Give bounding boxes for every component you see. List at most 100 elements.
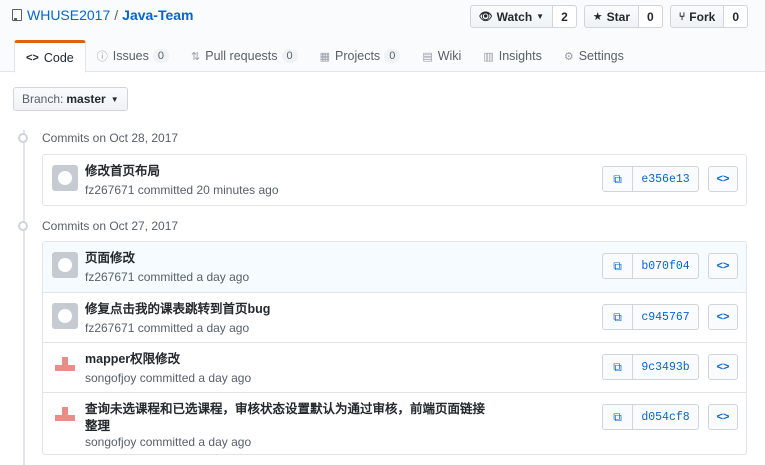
repo-name-link[interactable]: Java-Team xyxy=(122,7,193,23)
fork-button[interactable]: ⑂ Fork xyxy=(669,5,725,28)
commit-time: a day ago xyxy=(198,371,252,385)
commit-verb: committed xyxy=(137,321,194,335)
tab-label: Pull requests xyxy=(205,49,278,63)
commit-meta: songofjoy committed a day ago xyxy=(85,435,251,449)
github-default-icon[interactable] xyxy=(52,252,78,278)
fork-count[interactable]: 0 xyxy=(724,5,748,28)
commit-sha-link[interactable]: 9c3493b xyxy=(633,354,699,380)
tab-insights[interactable]: ▥ Insights xyxy=(472,40,553,72)
chevron-down-icon: ▼ xyxy=(536,12,545,21)
commit-time: a day ago xyxy=(196,321,250,335)
chevron-down-icon: ▼ xyxy=(110,94,119,104)
commit-author[interactable]: fz267671 xyxy=(85,321,134,335)
tab-label: Wiki xyxy=(437,49,462,63)
commit-time: 20 minutes ago xyxy=(196,183,279,197)
branch-select-button[interactable]: Branch: master ▼ xyxy=(13,87,128,111)
graph-icon: ▥ xyxy=(483,50,494,63)
identicon[interactable] xyxy=(52,353,78,379)
tab-projects[interactable]: ▦ Projects 0 xyxy=(309,40,412,72)
commit-sha-link[interactable]: e356e13 xyxy=(633,166,699,192)
tab-code[interactable]: <> Code xyxy=(14,40,86,73)
commit-meta: fz267671 committed 20 minutes ago xyxy=(85,183,279,197)
sha-group: ⧉ d054cf8 xyxy=(602,404,699,430)
repo-icon xyxy=(12,9,22,21)
clipboard-icon[interactable]: ⧉ xyxy=(602,354,633,380)
commit-meta: fz267671 committed a day ago xyxy=(85,321,249,335)
star-button[interactable]: ★ Star xyxy=(583,5,639,28)
commit-sha-link[interactable]: d054cf8 xyxy=(633,404,699,430)
timeline-line xyxy=(23,130,25,465)
commit-author[interactable]: fz267671 xyxy=(85,270,134,284)
browse-code-button[interactable]: <> xyxy=(708,253,738,279)
eye-icon: 👁 xyxy=(478,11,493,23)
tab-wiki[interactable]: ▤ Wiki xyxy=(411,40,472,72)
commit-message[interactable]: 查询未选课程和已选课程，审核状态设置默认为通过审核，前端页面链接整理 xyxy=(85,401,495,435)
commit-author[interactable]: songofjoy xyxy=(85,371,136,385)
repo-owner-link[interactable]: WHUSE2017 xyxy=(27,7,110,23)
browse-code-button[interactable]: <> xyxy=(708,166,738,192)
commit-sha-link[interactable]: b070f04 xyxy=(633,253,699,279)
browse-code-button[interactable]: <> xyxy=(708,354,738,380)
commit-row: 修改首页布局 fz267671 committed 20 minutes ago… xyxy=(43,155,746,205)
sha-group: ⧉ c945767 xyxy=(602,304,699,330)
commit-group-title: Commits on Oct 27, 2017 xyxy=(42,219,179,233)
repo-title: WHUSE2017 / Java-Team xyxy=(12,7,194,23)
repo-actions: 👁 Watch ▼ 2 ★ Star 0 ⑂ Fork 0 xyxy=(469,5,748,28)
commit-sha-link[interactable]: c945767 xyxy=(633,304,699,330)
commit-verb: committed xyxy=(139,371,196,385)
commit-meta: songofjoy committed a day ago xyxy=(85,371,251,385)
star-label: Star xyxy=(606,9,630,24)
timeline-dot-icon xyxy=(18,221,28,231)
commit-list: 页面修改 fz267671 committed a day ago ⧉ b070… xyxy=(42,241,747,455)
branch-value: master xyxy=(66,92,106,106)
commit-verb: committed xyxy=(137,270,194,284)
commit-row: 修复点击我的课表跳转到首页bug fz267671 committed a da… xyxy=(43,292,746,342)
commit-list: 修改首页布局 fz267671 committed 20 minutes ago… xyxy=(42,154,747,206)
watch-group: 👁 Watch ▼ 2 xyxy=(469,5,577,28)
commit-message[interactable]: 修改首页布局 xyxy=(85,163,495,180)
commit-author[interactable]: songofjoy xyxy=(85,435,136,449)
tab-settings[interactable]: ⚙ Settings xyxy=(553,40,635,72)
tab-label: Settings xyxy=(578,49,624,63)
commit-verb: committed xyxy=(137,183,194,197)
clipboard-icon[interactable]: ⧉ xyxy=(602,304,633,330)
tab-issues[interactable]: ⓘ Issues 0 xyxy=(86,40,180,72)
github-default-icon[interactable] xyxy=(52,165,78,191)
repo-nav-tabs: <> Code ⓘ Issues 0 ⇅ Pull requests 0 ▦ P… xyxy=(14,40,635,73)
fork-group: ⑂ Fork 0 xyxy=(669,5,748,28)
repo-separator: / xyxy=(114,7,119,23)
clipboard-icon[interactable]: ⧉ xyxy=(602,166,633,192)
tab-label: Code xyxy=(43,50,74,65)
commit-message[interactable]: mapper权限修改 xyxy=(85,351,495,368)
clipboard-icon[interactable]: ⧉ xyxy=(602,404,633,430)
commit-verb: committed xyxy=(139,435,196,449)
star-count[interactable]: 0 xyxy=(639,5,663,28)
github-default-icon[interactable] xyxy=(52,303,78,329)
book-icon: ▤ xyxy=(422,50,433,63)
star-icon: ★ xyxy=(592,11,603,23)
projects-counter: 0 xyxy=(384,49,401,63)
watch-label: Watch xyxy=(496,9,533,24)
sha-group: ⧉ b070f04 xyxy=(602,253,699,279)
fork-label: Fork xyxy=(689,9,716,24)
commit-message[interactable]: 页面修改 xyxy=(85,250,495,267)
commit-time: a day ago xyxy=(198,435,252,449)
sha-group: ⧉ 9c3493b xyxy=(602,354,699,380)
timeline-dot-icon xyxy=(18,133,28,143)
identicon[interactable] xyxy=(52,403,78,429)
tab-pull-requests[interactable]: ⇅ Pull requests 0 xyxy=(180,40,309,72)
sha-group: ⧉ e356e13 xyxy=(602,166,699,192)
watch-button[interactable]: 👁 Watch ▼ xyxy=(469,5,554,28)
clipboard-icon[interactable]: ⧉ xyxy=(602,253,633,279)
commit-meta: fz267671 committed a day ago xyxy=(85,270,249,284)
commit-row: 页面修改 fz267671 committed a day ago ⧉ b070… xyxy=(43,242,746,292)
commit-author[interactable]: fz267671 xyxy=(85,183,134,197)
browse-code-button[interactable]: <> xyxy=(708,304,738,330)
commit-message[interactable]: 修复点击我的课表跳转到首页bug xyxy=(85,301,495,318)
browse-code-button[interactable]: <> xyxy=(708,404,738,430)
commit-group-header: Commits on Oct 27, 2017 xyxy=(18,219,178,233)
branch-label: Branch: xyxy=(22,92,64,106)
tab-label: Issues xyxy=(112,49,149,63)
identicon-shape xyxy=(54,407,76,425)
watch-count[interactable]: 2 xyxy=(553,5,577,28)
